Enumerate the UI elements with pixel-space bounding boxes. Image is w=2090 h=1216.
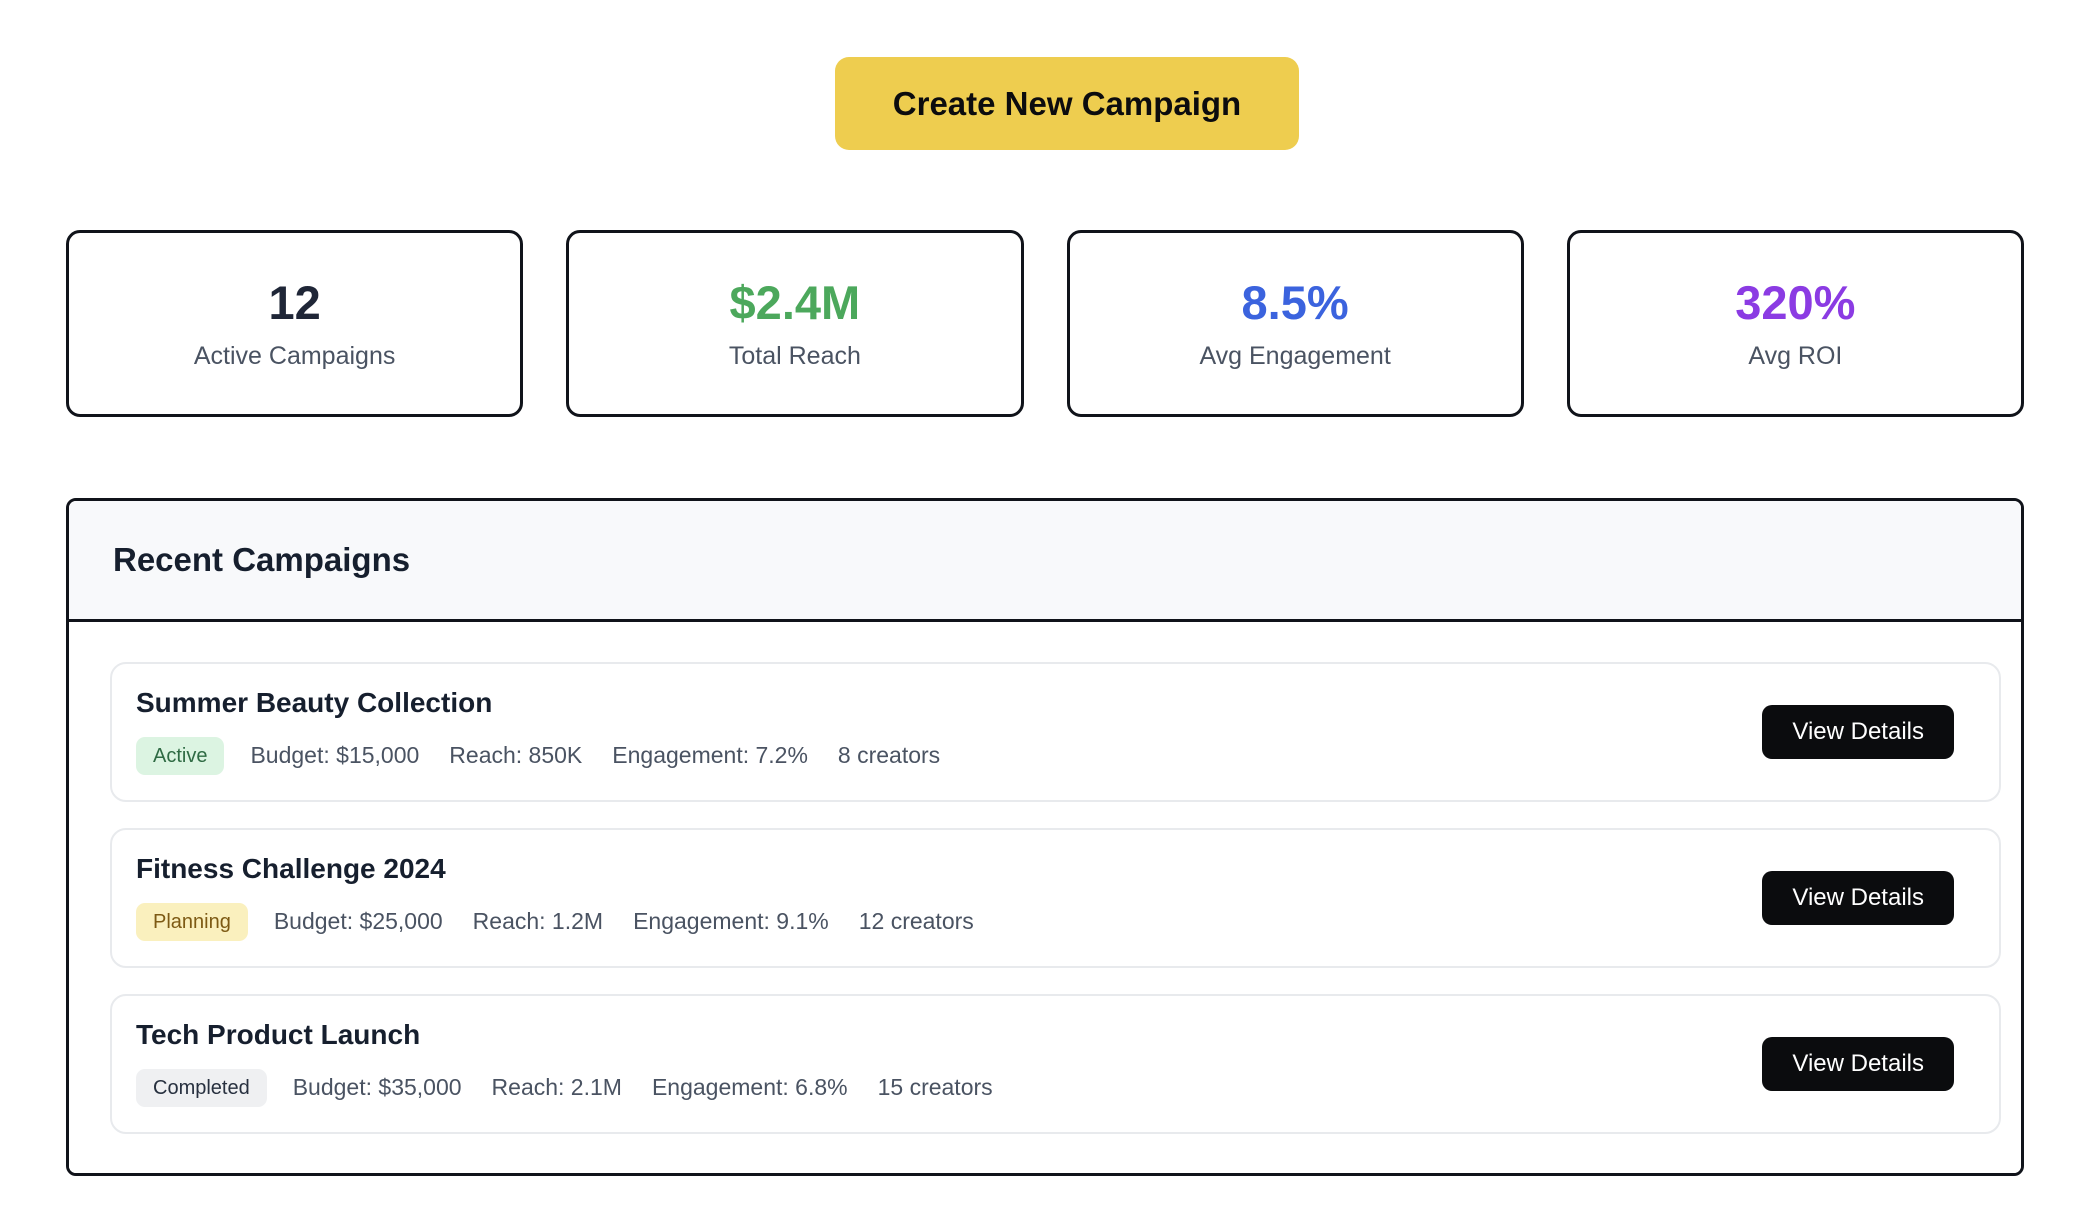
stat-label: Avg Engagement	[1199, 344, 1390, 369]
view-details-button[interactable]: View Details	[1762, 1037, 1954, 1091]
campaign-row: Tech Product Launch Completed Budget: $3…	[110, 994, 2001, 1134]
status-badge: Active	[136, 737, 224, 775]
campaign-info: Fitness Challenge 2024 Planning Budget: …	[136, 855, 974, 941]
campaign-reach: Reach: 850K	[449, 744, 582, 767]
campaign-budget: Budget: $35,000	[293, 1076, 462, 1099]
status-badge: Planning	[136, 903, 248, 941]
campaign-creators: 15 creators	[878, 1076, 993, 1099]
stat-value: $2.4M	[730, 279, 861, 326]
campaign-row: Summer Beauty Collection Active Budget: …	[110, 662, 2001, 802]
campaign-name: Fitness Challenge 2024	[136, 855, 974, 883]
stats-row: 12 Active Campaigns $2.4M Total Reach 8.…	[66, 230, 2024, 417]
campaign-meta: Planning Budget: $25,000 Reach: 1.2M Eng…	[136, 903, 974, 941]
stat-card-active-campaigns: 12 Active Campaigns	[66, 230, 523, 417]
campaign-engagement: Engagement: 7.2%	[612, 744, 808, 767]
campaign-creators: 8 creators	[838, 744, 940, 767]
stat-card-total-reach: $2.4M Total Reach	[566, 230, 1023, 417]
recent-campaigns-header: Recent Campaigns	[69, 501, 2021, 622]
campaign-budget: Budget: $15,000	[250, 744, 419, 767]
stat-card-avg-engagement: 8.5% Avg Engagement	[1067, 230, 1524, 417]
status-badge: Completed	[136, 1069, 267, 1107]
view-details-button[interactable]: View Details	[1762, 871, 1954, 925]
campaign-name: Tech Product Launch	[136, 1021, 993, 1049]
stat-value: 12	[268, 279, 320, 326]
campaign-engagement: Engagement: 9.1%	[633, 910, 829, 933]
campaign-creators: 12 creators	[859, 910, 974, 933]
campaign-info: Summer Beauty Collection Active Budget: …	[136, 689, 940, 775]
campaign-budget: Budget: $25,000	[274, 910, 443, 933]
campaign-dashboard: Create New Campaign 12 Active Campaigns …	[0, 0, 2090, 1216]
stat-label: Total Reach	[729, 344, 861, 369]
campaign-meta: Completed Budget: $35,000 Reach: 2.1M En…	[136, 1069, 993, 1107]
panel-title: Recent Campaigns	[113, 541, 1977, 579]
campaign-row: Fitness Challenge 2024 Planning Budget: …	[110, 828, 2001, 968]
top-bar: Create New Campaign	[0, 0, 2090, 150]
recent-campaigns-list: Summer Beauty Collection Active Budget: …	[69, 622, 2021, 1173]
campaign-name: Summer Beauty Collection	[136, 689, 940, 717]
stat-value: 320%	[1735, 279, 1855, 326]
stat-card-avg-roi: 320% Avg ROI	[1567, 230, 2024, 417]
stat-label: Active Campaigns	[194, 344, 395, 369]
campaign-info: Tech Product Launch Completed Budget: $3…	[136, 1021, 993, 1107]
campaign-reach: Reach: 1.2M	[473, 910, 603, 933]
stat-label: Avg ROI	[1748, 344, 1842, 369]
recent-campaigns-panel: Recent Campaigns Summer Beauty Collectio…	[66, 498, 2024, 1176]
campaign-meta: Active Budget: $15,000 Reach: 850K Engag…	[136, 737, 940, 775]
view-details-button[interactable]: View Details	[1762, 705, 1954, 759]
campaign-reach: Reach: 2.1M	[492, 1076, 622, 1099]
create-new-campaign-button[interactable]: Create New Campaign	[835, 57, 1299, 150]
campaign-engagement: Engagement: 6.8%	[652, 1076, 848, 1099]
stat-value: 8.5%	[1242, 279, 1349, 326]
